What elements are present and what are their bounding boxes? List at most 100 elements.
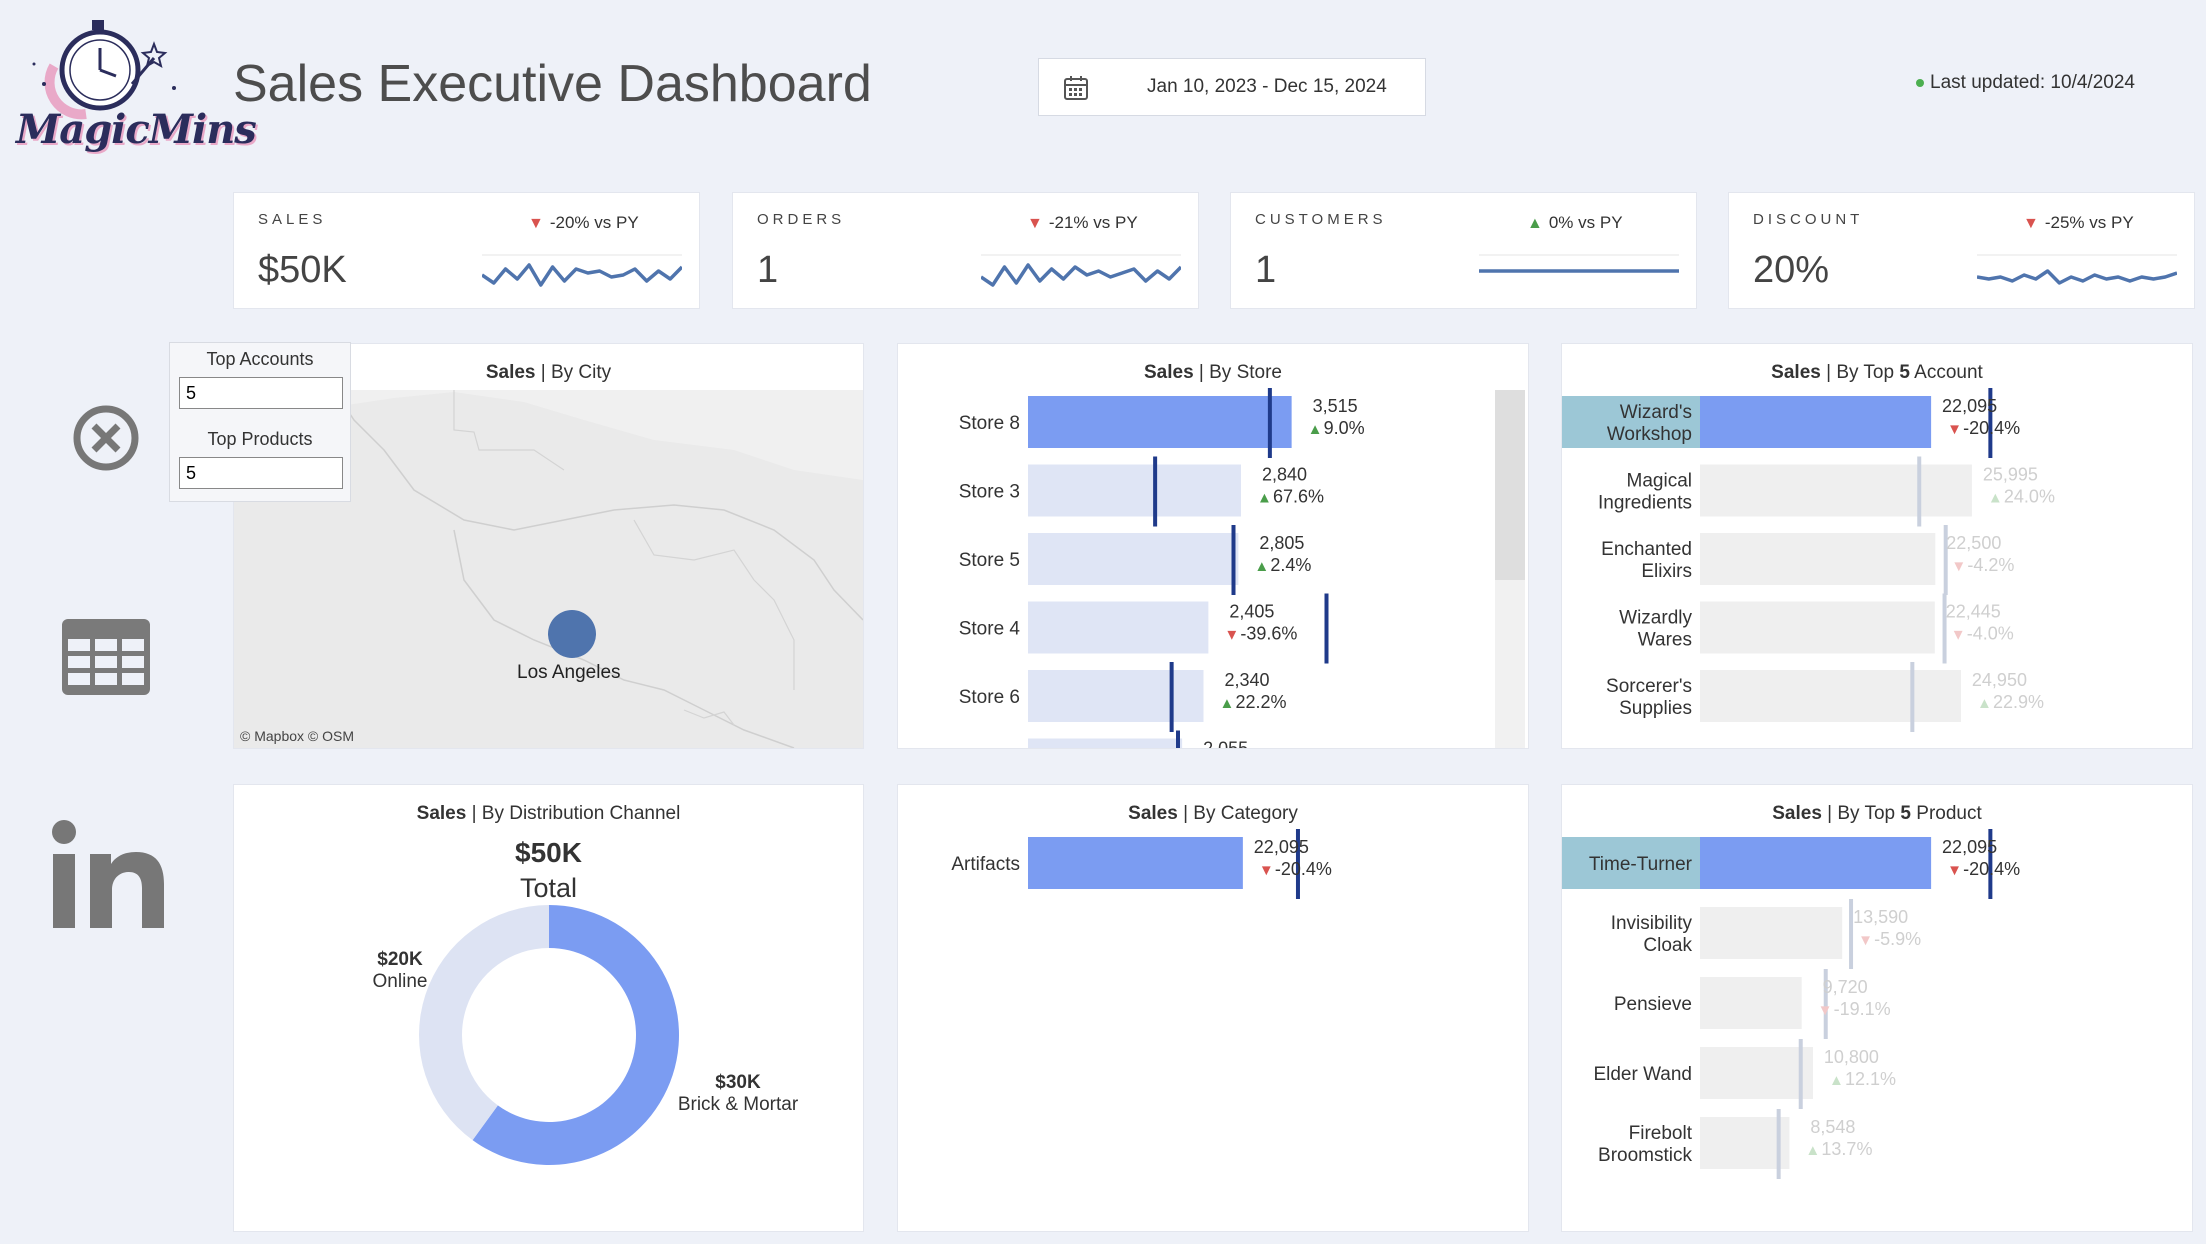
kpi-delta-text: -20% vs PY xyxy=(549,213,639,232)
top-products-input[interactable] xyxy=(179,457,343,489)
donut-total-value: $50K xyxy=(515,837,582,868)
kpi-delta: ▲ 0% vs PY xyxy=(1527,213,1623,233)
row-label: Ingredients xyxy=(1598,493,1692,514)
sparkline-line xyxy=(1977,269,2177,285)
down-triangle-icon: ▼ xyxy=(2023,215,2039,232)
sparkline-line xyxy=(482,263,682,287)
prior-year-marker xyxy=(1176,730,1180,748)
row-delta: 24.0% xyxy=(2004,487,2055,507)
row-value: 2,405 xyxy=(1229,602,1274,622)
row-value: 9,720 xyxy=(1823,977,1868,997)
value-bar[interactable] xyxy=(1028,396,1292,448)
kpi-label: ORDERS xyxy=(757,211,846,228)
channel-donut-chart xyxy=(419,905,679,1165)
value-bar[interactable] xyxy=(1700,1117,1790,1169)
row-value: 2,055 xyxy=(1203,739,1248,749)
value-bar[interactable] xyxy=(1700,670,1961,722)
down-triangle-icon: ▼ xyxy=(1951,558,1966,575)
row-value: 2,805 xyxy=(1259,533,1304,553)
row-label: Time-Turner xyxy=(1589,854,1693,875)
sales-by-account-panel: Sales | By Top 5 Account Wizard's Worksho… xyxy=(1561,343,2193,749)
sales-by-channel-panel: Sales | By Distribution Channel $50K Tot… xyxy=(233,784,864,1232)
sparkline xyxy=(981,254,1181,287)
prior-year-marker xyxy=(1169,662,1174,732)
row-delta: 67.6% xyxy=(1273,487,1324,507)
row-delta: -20.4% xyxy=(1275,859,1332,879)
down-triangle-icon: ▼ xyxy=(528,215,544,232)
city-marker[interactable] xyxy=(548,610,596,658)
row-value: 10,800 xyxy=(1824,1047,1879,1067)
value-bar[interactable] xyxy=(1700,601,1935,654)
product-bullet-chart: Time-Turner22,095▼ -20.4%InvisibilityCloa… xyxy=(1562,829,2020,1179)
prior-year-marker xyxy=(1153,456,1158,527)
row-value: 22,095 xyxy=(1942,837,1997,857)
map-attribution[interactable]: © Mapbox © OSM xyxy=(240,728,354,744)
date-range-picker[interactable]: Jan 10, 2023 - Dec 15, 2024 xyxy=(1038,58,1426,116)
kpi-value: 1 xyxy=(1255,249,1277,291)
row-label: Firebolt xyxy=(1629,1123,1693,1144)
linkedin-icon[interactable] xyxy=(50,818,166,930)
sales-by-category-panel: Sales | By Category Artifacts 22,095 ▼ -20.… xyxy=(897,784,1529,1232)
brick-segment-value: $30K xyxy=(715,1072,761,1093)
value-bar[interactable] xyxy=(1700,533,1936,585)
value-bar[interactable] xyxy=(1700,907,1843,959)
kpi-label: DISCOUNT xyxy=(1753,211,1864,228)
kpi-delta: ▼ -21% vs PY xyxy=(1027,213,1138,233)
sales-by-store-panel: Sales | By Store Store 8 3,515 ▲ 9.0% Store … xyxy=(897,343,1529,749)
kpi-delta: ▼ -20% vs PY xyxy=(528,213,639,233)
row-label: Cloak xyxy=(1643,935,1692,956)
row-value: 25,995 xyxy=(1983,465,2038,485)
top-accounts-input[interactable] xyxy=(179,377,343,409)
kpi-label: CUSTOMERS xyxy=(1255,211,1387,228)
row-delta: -39.6% xyxy=(1240,624,1297,644)
value-bar[interactable] xyxy=(1028,533,1239,585)
scrollbar-thumb[interactable] xyxy=(1495,390,1525,580)
prior-year-marker xyxy=(1267,388,1272,458)
value-bar[interactable] xyxy=(1700,464,1972,517)
row-label: Artifacts xyxy=(951,854,1020,875)
value-bar[interactable] xyxy=(1700,1047,1813,1099)
row-delta: 22.2% xyxy=(1236,692,1287,712)
sparkline xyxy=(1977,254,2177,285)
row-label: Store 5 xyxy=(959,550,1020,571)
online-segment-value: $20K xyxy=(377,949,423,970)
kpi-card-orders: ORDERS 1 ▼ -21% vs PY xyxy=(732,192,1199,309)
prior-year-marker xyxy=(1776,1109,1781,1179)
up-triangle-icon: ▲ xyxy=(1977,695,1992,712)
prior-year-marker xyxy=(1910,662,1915,732)
row-value: 24,950 xyxy=(1972,670,2027,690)
row-delta: 2.4% xyxy=(1270,555,1311,575)
table-icon[interactable] xyxy=(62,619,150,695)
account-bullet-chart: Wizard'sWorkshop22,095▼ -20.4%MagicalIngr… xyxy=(1562,388,2055,732)
scrollbar-track[interactable] xyxy=(1495,390,1525,748)
value-bar[interactable] xyxy=(1700,837,1932,889)
kpi-value: 20% xyxy=(1753,249,1830,291)
row-label: Store 8 xyxy=(959,413,1020,434)
row-label: Wares xyxy=(1638,630,1692,651)
value-bar[interactable] xyxy=(1028,837,1243,889)
value-bar[interactable] xyxy=(1028,464,1241,517)
kpi-delta-text: -25% vs PY xyxy=(2044,213,2134,232)
row-delta: 9.0% xyxy=(1324,418,1365,438)
row-value: 8,548 xyxy=(1810,1117,1855,1137)
row-label: Invisibility xyxy=(1611,913,1693,934)
row-label: Supplies xyxy=(1619,698,1692,719)
brand-logo[interactable]: MagicMins xyxy=(14,14,257,164)
sparkline-line xyxy=(981,263,1181,287)
value-bar[interactable] xyxy=(1028,670,1204,722)
last-updated-text: Last updated: 10/4/2024 xyxy=(1930,72,2135,93)
top-n-filter-panel: Top Accounts Top Products xyxy=(169,342,351,502)
panel-title-bold: Sales xyxy=(485,362,536,383)
value-bar[interactable] xyxy=(1028,738,1183,749)
sales-by-product-panel: Sales | By Top 5 Product Time-Turner 22,0… xyxy=(1561,784,2193,1232)
row-value: 2,840 xyxy=(1262,465,1307,485)
row-delta: 13.7% xyxy=(1821,1139,1872,1159)
value-bar[interactable] xyxy=(1028,601,1209,654)
donut-segment[interactable] xyxy=(419,905,549,1141)
close-filter-icon[interactable] xyxy=(72,404,140,472)
value-bar[interactable] xyxy=(1700,396,1932,448)
prior-year-marker xyxy=(1324,593,1329,664)
row-label: Pensieve xyxy=(1614,994,1692,1015)
value-bar[interactable] xyxy=(1700,977,1802,1029)
row-delta: 12.1% xyxy=(1845,1069,1896,1089)
